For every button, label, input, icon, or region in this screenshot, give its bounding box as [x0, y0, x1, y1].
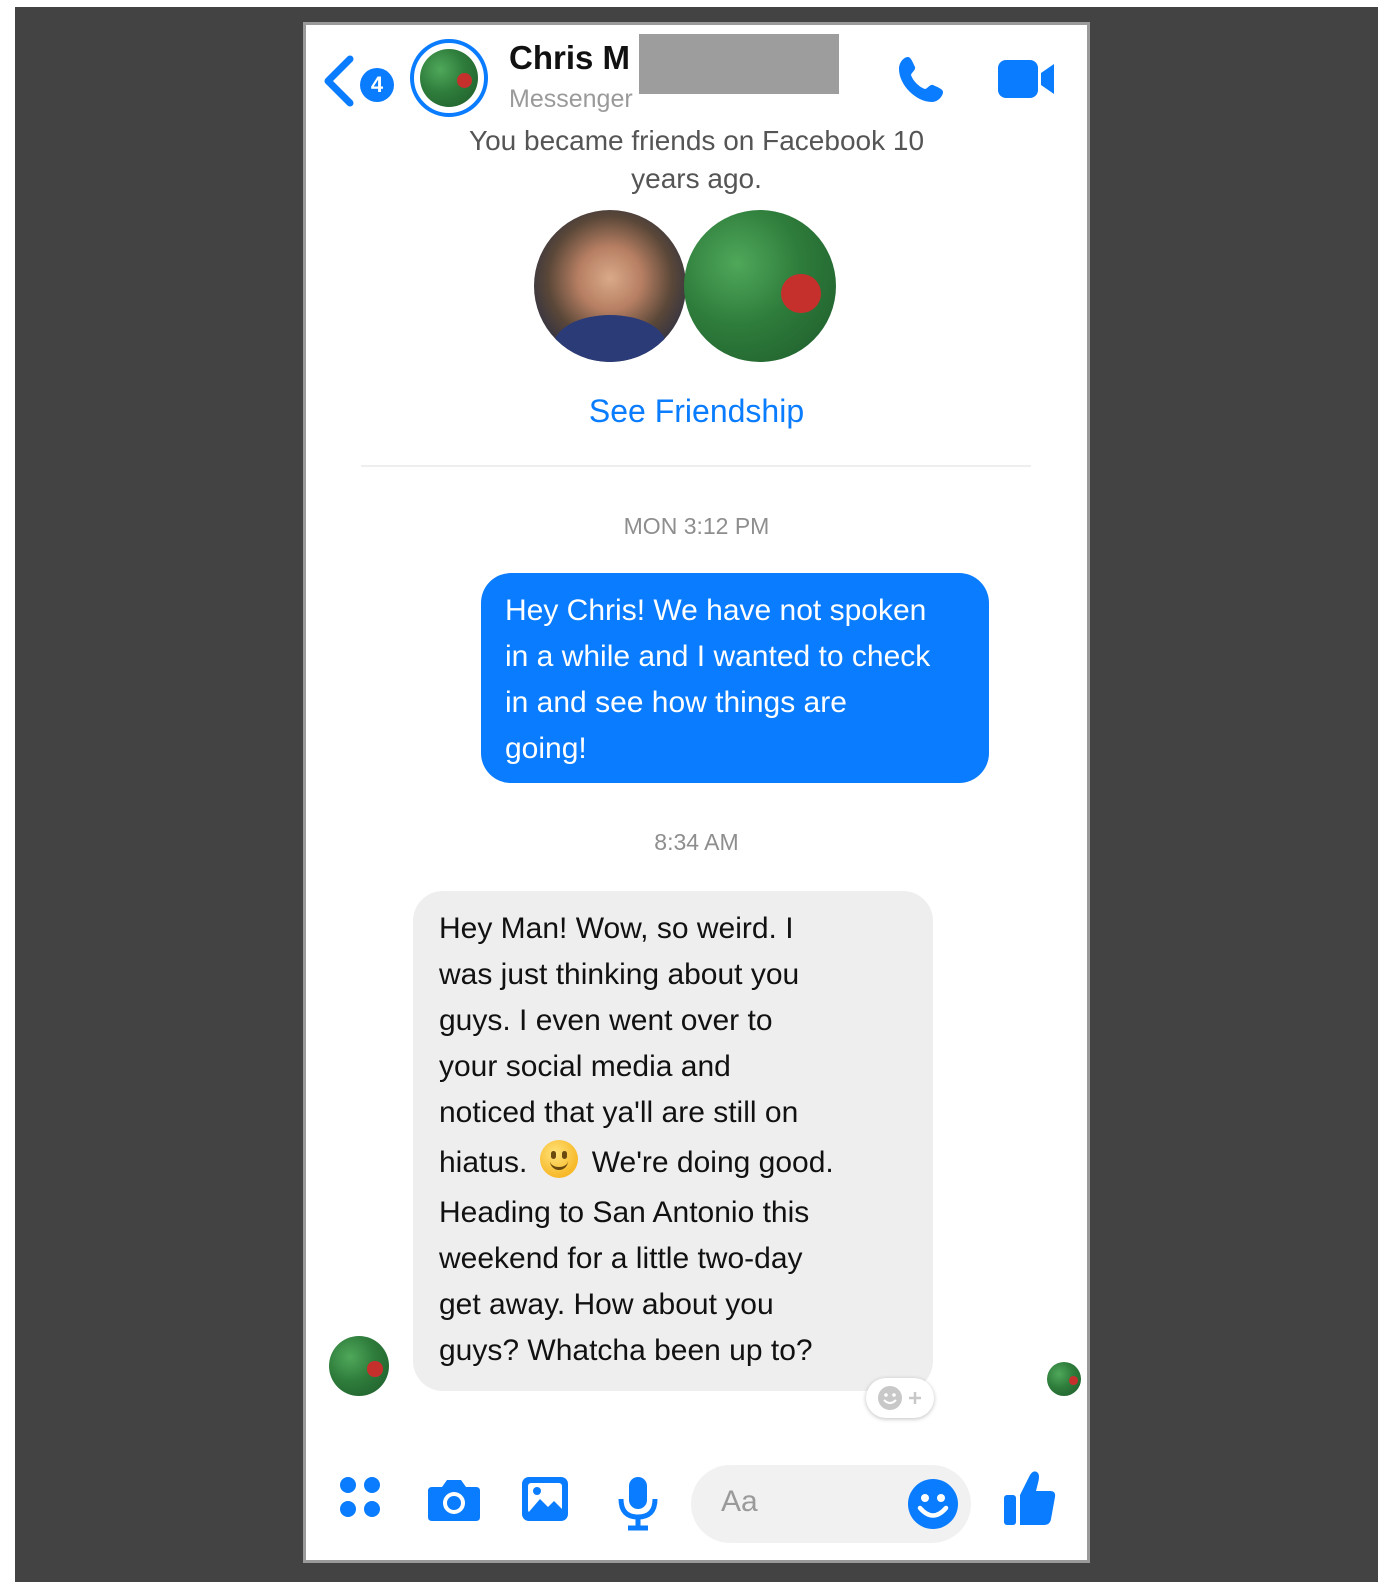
- contact-subtitle: Messenger: [509, 85, 633, 113]
- back-button[interactable]: 4: [320, 53, 396, 109]
- see-friendship-link[interactable]: See Friendship: [306, 393, 1087, 430]
- apps-icon[interactable]: [338, 1475, 384, 1521]
- message-timestamp: MON 3:12 PM: [623, 513, 770, 539]
- emoji-icon[interactable]: [906, 1477, 960, 1531]
- friends-note: You became friends on Facebook 10 years …: [468, 125, 925, 194]
- message-input-placeholder: Aa: [721, 1485, 758, 1518]
- contact-name[interactable]: Chris M: [509, 39, 630, 77]
- divider: [361, 465, 1031, 467]
- profile-pictures: [534, 210, 836, 365]
- redaction-box: [639, 34, 839, 94]
- plus-icon: [909, 1392, 921, 1404]
- message-timestamp: 8:34 AM: [654, 829, 739, 855]
- contact-avatar[interactable]: [410, 39, 488, 117]
- seen-receipt-avatar: [1047, 1362, 1081, 1396]
- chevron-left-icon: [324, 55, 354, 107]
- video-camera-icon[interactable]: [996, 57, 1058, 101]
- messenger-screen: 4 Chris M Messenger You became friends o…: [303, 22, 1090, 1563]
- outgoing-message-bubble[interactable]: Hey Chris! We have not spoken in a while…: [481, 573, 989, 783]
- unread-badge: 4: [360, 68, 394, 102]
- reaction-smiley-icon: [878, 1386, 902, 1410]
- add-reaction-button[interactable]: [866, 1378, 934, 1418]
- message-composer: Aa: [306, 1465, 1087, 1545]
- image-icon[interactable]: [520, 1475, 570, 1523]
- thumbs-up-icon[interactable]: [1002, 1469, 1058, 1529]
- chat-header: 4 Chris M Messenger: [306, 25, 1087, 135]
- phone-icon[interactable]: [896, 53, 948, 105]
- slightly-smiling-emoji-icon: [539, 1140, 578, 1178]
- microphone-icon[interactable]: [616, 1475, 660, 1531]
- incoming-message-bubble[interactable]: Hey Man! Wow, so weird. I was just think…: [413, 891, 933, 1391]
- contact-profile-picture: [684, 210, 836, 362]
- camera-icon[interactable]: [426, 1475, 482, 1523]
- my-profile-picture: [534, 210, 686, 362]
- sender-avatar[interactable]: [329, 1336, 389, 1396]
